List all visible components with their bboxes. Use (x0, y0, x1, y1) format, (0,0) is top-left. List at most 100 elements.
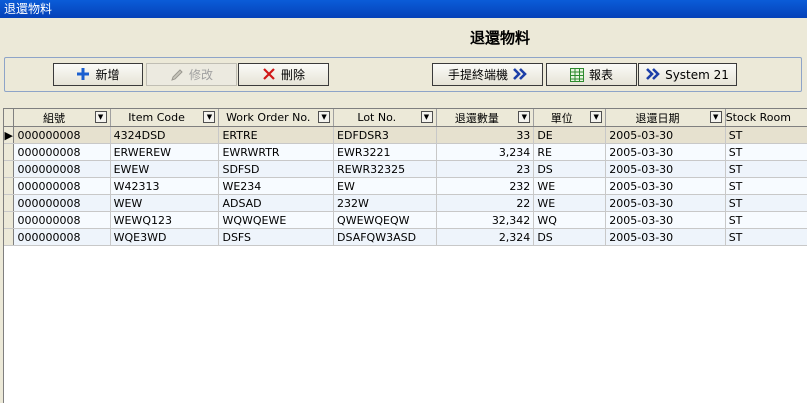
table-cell[interactable]: DSFS (218, 228, 335, 246)
table-row[interactable]: 000000008 W42313 WE234 EW 232 WE 2005-03… (4, 177, 807, 195)
table-row[interactable]: 000000008 WEWQ123 WQWQEWE QWEWQEQW 32,34… (4, 211, 807, 229)
table-cell[interactable]: 2005-03-30 (605, 143, 726, 161)
table-cell[interactable]: 232W (333, 194, 437, 212)
table-cell[interactable]: W42313 (110, 177, 220, 195)
table-cell[interactable]: 000000008 (13, 228, 111, 246)
table-cell[interactable]: EWRWRTR (218, 143, 335, 161)
table-cell[interactable]: 2005-03-30 (605, 228, 726, 246)
table-cell[interactable]: ST (725, 143, 807, 161)
column-header[interactable]: Stock Room (725, 109, 807, 127)
row-selector[interactable] (4, 143, 15, 161)
table-cell[interactable]: ST (725, 177, 807, 195)
table-cell[interactable]: 3,234 (436, 143, 535, 161)
table-cell[interactable]: WQE3WD (110, 228, 220, 246)
table-cell[interactable]: WEW (110, 194, 220, 212)
table-cell[interactable]: 000000008 (13, 160, 111, 178)
column-header[interactable]: 組號 ▼ (13, 109, 111, 127)
row-selector[interactable]: ▶ (4, 126, 15, 144)
chevron-down-icon[interactable]: ▼ (518, 111, 531, 123)
table-cell[interactable]: 000000008 (13, 126, 111, 144)
table-cell[interactable]: WE (533, 177, 607, 195)
pencil-icon (170, 68, 184, 82)
table-row[interactable]: 000000008 EWEW SDFSD REWR32325 23 DS 200… (4, 160, 807, 178)
page-title: 退還物料 (469, 29, 530, 47)
table-cell[interactable]: ST (725, 126, 807, 144)
report-button[interactable]: 報表 (546, 63, 637, 86)
column-header[interactable]: 退還數量 ▼ (436, 109, 535, 127)
row-selector[interactable] (4, 194, 15, 212)
column-header[interactable]: 單位 ▼ (533, 109, 607, 127)
table-cell[interactable]: 2005-03-30 (605, 211, 726, 229)
chevron-down-icon[interactable]: ▼ (94, 111, 107, 123)
table-cell[interactable]: RE (533, 143, 607, 161)
table-cell[interactable]: 22 (436, 194, 535, 212)
table-cell[interactable]: EWR3221 (333, 143, 437, 161)
data-grid[interactable]: 組號 ▼ Item Code ▼ Work Order No. ▼ Lot No. ▼ … (3, 108, 807, 403)
chevron-down-icon[interactable]: ▼ (590, 111, 603, 123)
handheld-terminal-button[interactable]: 手提終端機 (432, 63, 543, 86)
column-header[interactable]: Work Order No. ▼ (218, 109, 335, 127)
row-selector[interactable] (4, 160, 15, 178)
table-row[interactable]: 000000008 WEW ADSAD 232W 22 WE 2005-03-3… (4, 194, 807, 212)
delete-button[interactable]: 刪除 (238, 63, 329, 86)
table-cell[interactable]: ADSAD (218, 194, 335, 212)
table-row[interactable]: 000000008 WQE3WD DSFS DSAFQW3ASD 2,324 D… (4, 228, 807, 246)
table-cell[interactable]: 2005-03-30 (605, 160, 726, 178)
table-cell[interactable]: 232 (436, 177, 535, 195)
chevron-down-icon[interactable]: ▼ (709, 111, 722, 123)
table-cell[interactable]: 2005-03-30 (605, 194, 726, 212)
table-cell[interactable]: 000000008 (13, 143, 111, 161)
table-cell[interactable]: 33 (436, 126, 535, 144)
table-cell[interactable]: REWR32325 (333, 160, 437, 178)
row-selector[interactable] (4, 177, 15, 195)
table-cell[interactable]: EW (333, 177, 437, 195)
row-selector[interactable] (4, 211, 15, 229)
table-cell[interactable]: WQ (533, 211, 607, 229)
new-button[interactable]: 新增 (53, 63, 143, 86)
table-row[interactable]: 000000008 ERWEREW EWRWRTR EWR3221 3,234 … (4, 143, 807, 161)
table-cell[interactable]: WEWQ123 (110, 211, 220, 229)
return-materials-table: 組號 ▼ Item Code ▼ Work Order No. ▼ Lot No. ▼ … (4, 109, 807, 246)
table-cell[interactable]: WE (533, 194, 607, 212)
table-cell[interactable]: 2005-03-30 (605, 126, 726, 144)
table-cell[interactable]: DE (533, 126, 607, 144)
column-header[interactable]: Item Code ▼ (110, 109, 220, 127)
table-cell[interactable]: 23 (436, 160, 535, 178)
table-cell[interactable]: 4324DSD (110, 126, 220, 144)
column-header[interactable]: 退還日期 ▼ (605, 109, 726, 127)
chevron-down-icon[interactable]: ▼ (203, 111, 216, 123)
table-cell[interactable]: 000000008 (13, 211, 111, 229)
table-row[interactable]: ▶ 000000008 4324DSD ERTRE EDFDSR3 33 DE … (4, 126, 807, 144)
table-cell[interactable]: WQWQEWE (218, 211, 335, 229)
table-cell[interactable]: ST (725, 160, 807, 178)
table-cell[interactable]: 32,342 (436, 211, 535, 229)
table-cell[interactable]: EWEW (110, 160, 220, 178)
table-cell[interactable]: ST (725, 228, 807, 246)
table-cell[interactable]: 000000008 (13, 194, 111, 212)
system21-button[interactable]: System 21 (638, 63, 737, 86)
edit-button[interactable]: 修改 (146, 63, 237, 86)
table-cell[interactable]: ST (725, 194, 807, 212)
table-cell[interactable]: ST (725, 211, 807, 229)
table-cell[interactable]: ERTRE (218, 126, 335, 144)
table-cell[interactable]: ERWEREW (110, 143, 220, 161)
table-cell[interactable]: 000000008 (13, 177, 111, 195)
double-chevron-right-icon (646, 67, 660, 82)
table-cell[interactable]: DSAFQW3ASD (333, 228, 437, 246)
window-title: 退還物料 (4, 2, 53, 16)
table-cell[interactable]: QWEWQEQW (333, 211, 437, 229)
table-cell[interactable]: DS (533, 160, 607, 178)
table-cell[interactable]: WE234 (218, 177, 335, 195)
chevron-down-icon[interactable]: ▼ (318, 111, 331, 123)
plus-icon (76, 67, 90, 82)
window-titlebar: 退還物料 (0, 0, 807, 18)
column-header[interactable]: Lot No. ▼ (333, 109, 437, 127)
table-cell[interactable]: 2005-03-30 (605, 177, 726, 195)
table-cell[interactable]: EDFDSR3 (333, 126, 437, 144)
report-button-label: 報表 (588, 68, 613, 82)
table-cell[interactable]: SDFSD (218, 160, 335, 178)
row-selector[interactable] (4, 228, 15, 246)
table-cell[interactable]: DS (533, 228, 607, 246)
table-cell[interactable]: 2,324 (436, 228, 535, 246)
chevron-down-icon[interactable]: ▼ (420, 111, 433, 123)
